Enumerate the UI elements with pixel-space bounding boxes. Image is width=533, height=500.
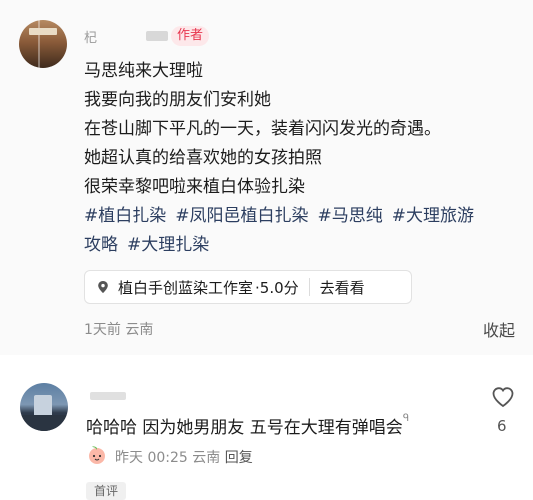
hashtag-link[interactable]: #大理旅游 bbox=[392, 206, 474, 226]
author-avatar[interactable] bbox=[19, 20, 67, 68]
hashtag-row: 攻略 #大理扎染 bbox=[84, 231, 524, 260]
post-line: 很荣幸黎吧啦来植白体验扎染 bbox=[84, 177, 305, 197]
hashtag-link[interactable]: #马思纯 bbox=[318, 206, 383, 226]
view-location-button[interactable]: 去看看 bbox=[320, 277, 365, 298]
avatar-water-shape bbox=[20, 415, 68, 431]
author-badge: 作者 bbox=[171, 26, 210, 46]
post-region: 云南 bbox=[125, 322, 154, 338]
first-comment-badge: 首评 bbox=[86, 482, 127, 500]
comment-text[interactable]: 哈哈哈 因为她男朋友 五号在大理有弹唱会ᑫ bbox=[86, 413, 409, 438]
hashtag-link[interactable]: #大理扎染 bbox=[127, 235, 209, 255]
post-line: 马思纯来大理啦 bbox=[84, 61, 203, 81]
author-username[interactable]: 杞 bbox=[84, 27, 97, 46]
post-time: 1天前 bbox=[84, 322, 121, 338]
comment-time: 昨天 00:25 bbox=[115, 450, 188, 466]
collapse-button[interactable]: 收起 bbox=[483, 317, 515, 341]
comment-body: 哈哈哈 因为她男朋友 五号在大理有弹唱会 bbox=[86, 418, 403, 438]
heart-icon[interactable] bbox=[491, 386, 515, 408]
blurred-username bbox=[146, 31, 168, 41]
post-body: 马思纯来大理啦 我要向我的朋友们安利她 在苍山脚下平凡的一天，装着闪闪发光的奇遇… bbox=[84, 57, 524, 260]
post-card: 杞 作者 马思纯来大理啦 我要向我的朋友们安利她 在苍山脚下平凡的一天，装着闪闪… bbox=[0, 0, 533, 355]
comment-region: 云南 bbox=[192, 450, 221, 466]
hashtag-link[interactable]: #凤阳邑植白扎染 bbox=[175, 206, 308, 226]
comment-meta: 昨天 00:25 云南 回复 bbox=[115, 447, 253, 467]
location-pin-icon bbox=[98, 281, 108, 293]
location-chip[interactable]: 植白手创蓝染工作室 ·5.0分 去看看 bbox=[84, 270, 412, 304]
search-icon[interactable]: ᑫ bbox=[403, 413, 409, 424]
post-line: 在苍山脚下平凡的一天，装着闪闪发光的奇遇。 bbox=[84, 119, 441, 139]
commenter-avatar[interactable] bbox=[20, 383, 68, 431]
peach-emoji-icon bbox=[89, 446, 105, 464]
blurred-commenter-name bbox=[90, 392, 126, 400]
hashtag-link[interactable]: #植白扎染 bbox=[84, 206, 166, 226]
avatar-building-shape bbox=[34, 395, 52, 415]
hashtag-link[interactable]: 攻略 bbox=[84, 235, 118, 255]
post-meta: 1天前 云南 bbox=[84, 319, 153, 339]
location-name: 植白手创蓝染工作室 bbox=[118, 278, 254, 297]
hashtag-row: #植白扎染 #凤阳邑植白扎染 #马思纯 #大理旅游 bbox=[84, 202, 524, 231]
reply-button[interactable]: 回复 bbox=[225, 450, 253, 466]
post-line: 我要向我的朋友们安利她 bbox=[84, 90, 271, 110]
comment-item: 哈哈哈 因为她男朋友 五号在大理有弹唱会ᑫ 昨天 00:25 云南 回复 6 首… bbox=[0, 356, 533, 500]
like-count: 6 bbox=[497, 417, 507, 435]
avatar-sign-shape bbox=[29, 28, 57, 35]
location-rating: ·5.0分 bbox=[255, 278, 299, 297]
chip-divider bbox=[308, 278, 310, 296]
post-line: 她超认真的给喜欢她的女孩拍照 bbox=[84, 148, 322, 168]
